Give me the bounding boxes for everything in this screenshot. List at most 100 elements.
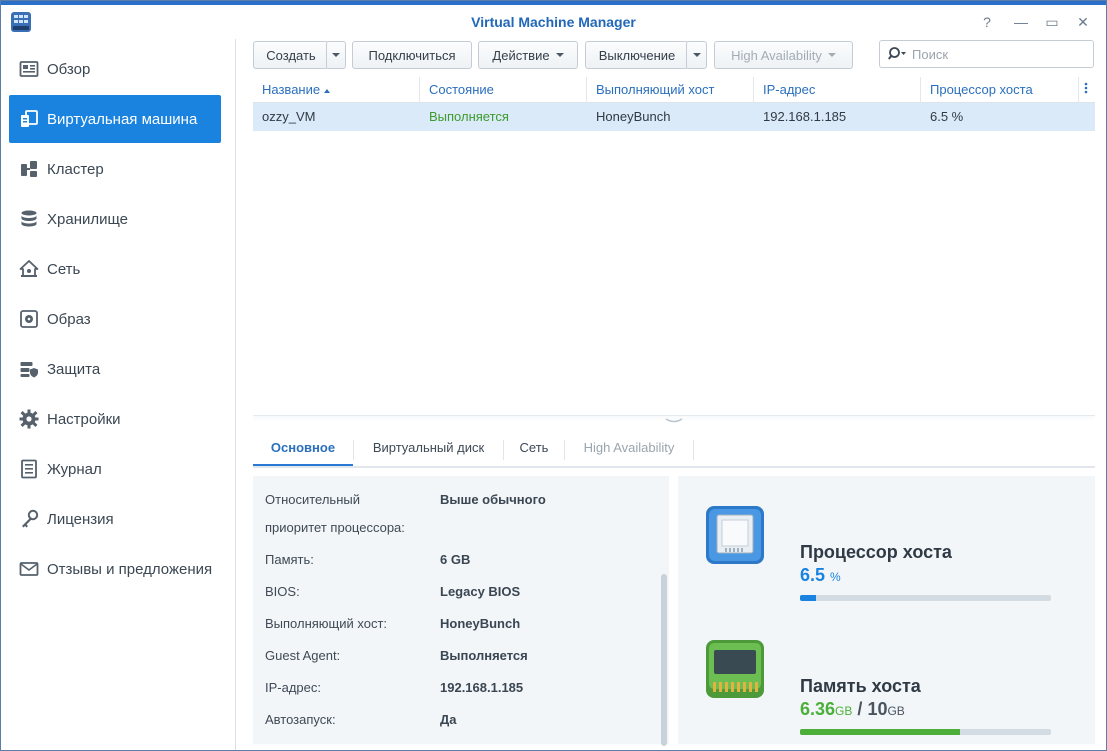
action-button[interactable]: Действие (478, 41, 578, 69)
sidebar-item-image[interactable]: Образ (9, 295, 221, 343)
cell-state: Выполняется (429, 109, 509, 124)
sidebar-item-virtual-machine[interactable]: Виртуальная машина (9, 95, 221, 143)
chevron-down-icon (827, 53, 836, 57)
create-button[interactable]: Создать (253, 41, 329, 69)
chevron-down-icon (332, 53, 340, 57)
detail-label: BIOS: (265, 584, 300, 599)
help-icon[interactable]: ? (978, 13, 996, 31)
detail-label: IP-адрес: (265, 680, 321, 695)
sidebar: Обзор Виртуальная машина Кластер Хранили… (1, 39, 236, 750)
tab-general[interactable]: Основное (253, 432, 353, 466)
details-scrollbar[interactable] (661, 574, 667, 746)
detail-label: Память: (265, 552, 314, 567)
detail-label: Guest Agent: (265, 648, 341, 663)
sidebar-item-license[interactable]: Лицензия (9, 495, 221, 543)
cell-name: ozzy_VM (262, 109, 316, 124)
window-title: Virtual Machine Manager (471, 14, 636, 30)
key-icon (22, 509, 39, 528)
minimize-icon[interactable]: — (1012, 13, 1030, 31)
chevron-down-icon (555, 53, 564, 57)
column-header-label: Процессор хоста (930, 82, 1033, 97)
sidebar-item-label: Кластер (47, 160, 104, 178)
cpu-usage-value: 6.5 % (800, 565, 841, 586)
settings-icon (19, 409, 39, 429)
detail-value: HoneyBunch (440, 616, 521, 631)
cell-cpu: 6.5 % (930, 109, 964, 124)
sidebar-item-protection[interactable]: Защита (9, 345, 221, 393)
cpu-chip-icon (706, 506, 764, 564)
connect-button-label: Подключиться (368, 47, 456, 63)
virtual-machine-icon (21, 110, 38, 127)
image-icon (20, 310, 38, 328)
column-header-ip[interactable]: IP-адрес (754, 77, 921, 103)
tab-virtual-disk[interactable]: Виртуальный диск (354, 432, 503, 466)
vm-grid: Название Состояние Выполняющий хост IP-а… (253, 77, 1095, 131)
memory-separator: / (857, 699, 863, 719)
detail-value: Legacy BIOS (440, 584, 521, 599)
sidebar-item-label: Образ (47, 310, 91, 328)
envelope-icon (19, 562, 39, 576)
sidebar-item-label: Защита (47, 360, 101, 378)
network-icon (19, 260, 39, 277)
chevron-down-icon (692, 53, 701, 57)
column-header-name[interactable]: Название (253, 77, 420, 103)
sidebar-item-overview[interactable]: Обзор (9, 45, 221, 93)
detail-value: 192.168.1.185 (440, 680, 524, 695)
shutdown-button[interactable]: Выключение (585, 41, 689, 69)
search-icon (888, 47, 906, 60)
overview-icon (19, 61, 39, 77)
cpu-usage-bar-fill (800, 595, 817, 601)
detail-value: Выше обычного (440, 492, 546, 507)
cell-host: HoneyBunch (596, 109, 671, 124)
sidebar-item-cluster[interactable]: Кластер (9, 145, 221, 193)
memory-usage-bar (800, 729, 1051, 735)
memory-total: 10 (867, 699, 888, 719)
close-icon[interactable]: ✕ (1074, 13, 1092, 31)
table-row[interactable]: ozzy_VM Выполняется HoneyBunch 192.168.1… (253, 103, 1095, 131)
memory-total-unit: GB (887, 704, 905, 718)
memory-usage-title: Память хоста (800, 676, 921, 696)
search-field[interactable] (879, 40, 1094, 68)
pane-splitter[interactable] (253, 415, 1095, 423)
sidebar-item-log[interactable]: Журнал (9, 445, 221, 493)
sidebar-item-settings[interactable]: Настройки (9, 395, 221, 443)
memory-usage-value: 6.36GB / 10GB (800, 699, 905, 720)
protection-icon (20, 362, 38, 378)
tab-high-availability[interactable]: High Availability (565, 432, 693, 466)
column-header-host[interactable]: Выполняющий хост (587, 77, 754, 103)
sidebar-item-feedback[interactable]: Отзывы и предложения (9, 545, 221, 593)
sidebar-item-label: Лицензия (47, 510, 114, 528)
column-header-label: Название (262, 82, 321, 97)
cpu-usage-unit: % (830, 570, 841, 584)
action-button-label: Действие (492, 47, 550, 63)
memory-used: 6.36 (800, 699, 836, 719)
cluster-icon (21, 161, 37, 177)
detail-value: Выполняется (440, 648, 528, 663)
main-content: Создать Подключиться Действие Выключение… (237, 39, 1106, 750)
memory-usage-bar-fill (800, 729, 960, 735)
sidebar-item-label: Хранилище (47, 210, 128, 228)
vmm-window: Virtual Machine Manager ? — ▭ ✕ Обзор Ви… (0, 0, 1107, 751)
search-input[interactable] (912, 46, 1082, 62)
maximize-icon[interactable]: ▭ (1043, 13, 1061, 31)
sidebar-item-label: Настройки (47, 410, 121, 428)
sidebar-item-storage[interactable]: Хранилище (9, 195, 221, 243)
column-header-state[interactable]: Состояние (420, 77, 587, 103)
column-header-label: Состояние (429, 82, 494, 97)
sidebar-item-label: Сеть (47, 260, 81, 278)
cpu-usage-number: 6.5 (800, 565, 826, 585)
memory-used-unit: GB (835, 704, 853, 718)
column-header-cpu[interactable]: Процессор хоста (921, 77, 1079, 103)
create-menu-button[interactable] (326, 41, 346, 69)
sort-ascending-icon (324, 88, 331, 93)
high-availability-button[interactable]: High Availability (714, 41, 853, 69)
sidebar-item-label: Журнал (47, 460, 102, 478)
tab-network[interactable]: Сеть (504, 432, 564, 466)
splitter-handle-icon (665, 418, 683, 423)
sidebar-item-network[interactable]: Сеть (9, 245, 221, 293)
shutdown-menu-button[interactable] (686, 41, 707, 69)
connect-button[interactable]: Подключиться (352, 41, 472, 69)
column-header-label: Выполняющий хост (596, 82, 715, 97)
column-options-icon[interactable] (1079, 77, 1095, 103)
more-vertical-icon (1084, 82, 1088, 94)
